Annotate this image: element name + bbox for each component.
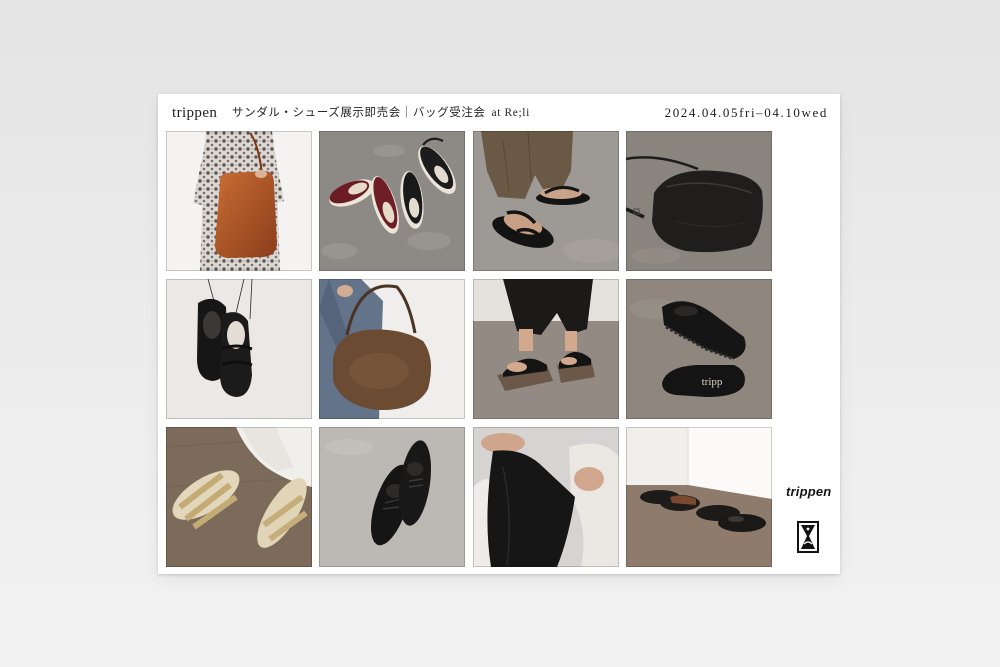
photo-black-wedge-sandals-image — [472, 279, 619, 419]
photo-black-tote-bag-image — [472, 427, 619, 567]
photo-black-sandals-worn — [472, 131, 619, 271]
photo-brown-suede-bag-image — [319, 279, 466, 419]
photo-clogs-on-concrete-image — [319, 131, 466, 271]
photo-gold-sandals-image — [166, 427, 312, 567]
photo-black-sandals-worn-image — [472, 131, 619, 271]
photo-clogs-on-concrete — [319, 131, 466, 271]
photo-orange-leather-bag-image — [166, 131, 312, 271]
event-venue: at Re;li — [491, 107, 530, 119]
photo-gold-sandals — [166, 427, 312, 567]
header-brand: trippen — [172, 105, 218, 121]
event-flyer-card: trippen サンダル・シューズ展示即売会｜バッグ受注会 at Re;li 20… — [158, 94, 840, 574]
photo-hanging-black-shoes — [166, 279, 312, 419]
photo-black-wedge-sandals — [472, 279, 619, 419]
photo-black-shoulder-bag — [625, 131, 772, 271]
photo-orange-leather-bag — [166, 131, 312, 271]
event-dates: 2024.04.05fri–04.10wed — [664, 105, 828, 120]
photo-black-tote-bag — [472, 427, 619, 567]
black-shoe-bottom: tripp — [661, 365, 745, 397]
orange-leather-bag — [215, 171, 277, 258]
event-title: サンダル・シューズ展示即売会｜バッグ受注会 at Re;li — [232, 106, 530, 121]
photo-black-lace-up-shoes-image — [319, 427, 466, 567]
sole-lettering: tripp — [702, 376, 723, 388]
photo-brown-suede-bag — [319, 279, 466, 419]
black-leather-bag — [651, 170, 763, 253]
hourglass-stamp-icon — [796, 520, 820, 554]
photo-black-shoulder-bag-image — [625, 131, 772, 271]
photo-black-lace-up-shoes — [319, 427, 466, 567]
photo-clogs-room-corner-image — [625, 427, 772, 567]
black-shoe-hanging-right — [220, 312, 253, 397]
photo-hanging-black-shoes-image — [166, 279, 312, 419]
event-name: サンダル・シューズ展示即売会｜バッグ受注会 — [232, 107, 486, 119]
photo-black-lug-sole-shoes: tripp — [625, 279, 772, 419]
photo-grid: tripp — [166, 131, 772, 567]
photo-black-lug-sole-shoes-image: tripp — [625, 279, 772, 419]
brand-logo: trippen — [786, 484, 832, 499]
photo-clogs-room-corner — [625, 427, 772, 567]
